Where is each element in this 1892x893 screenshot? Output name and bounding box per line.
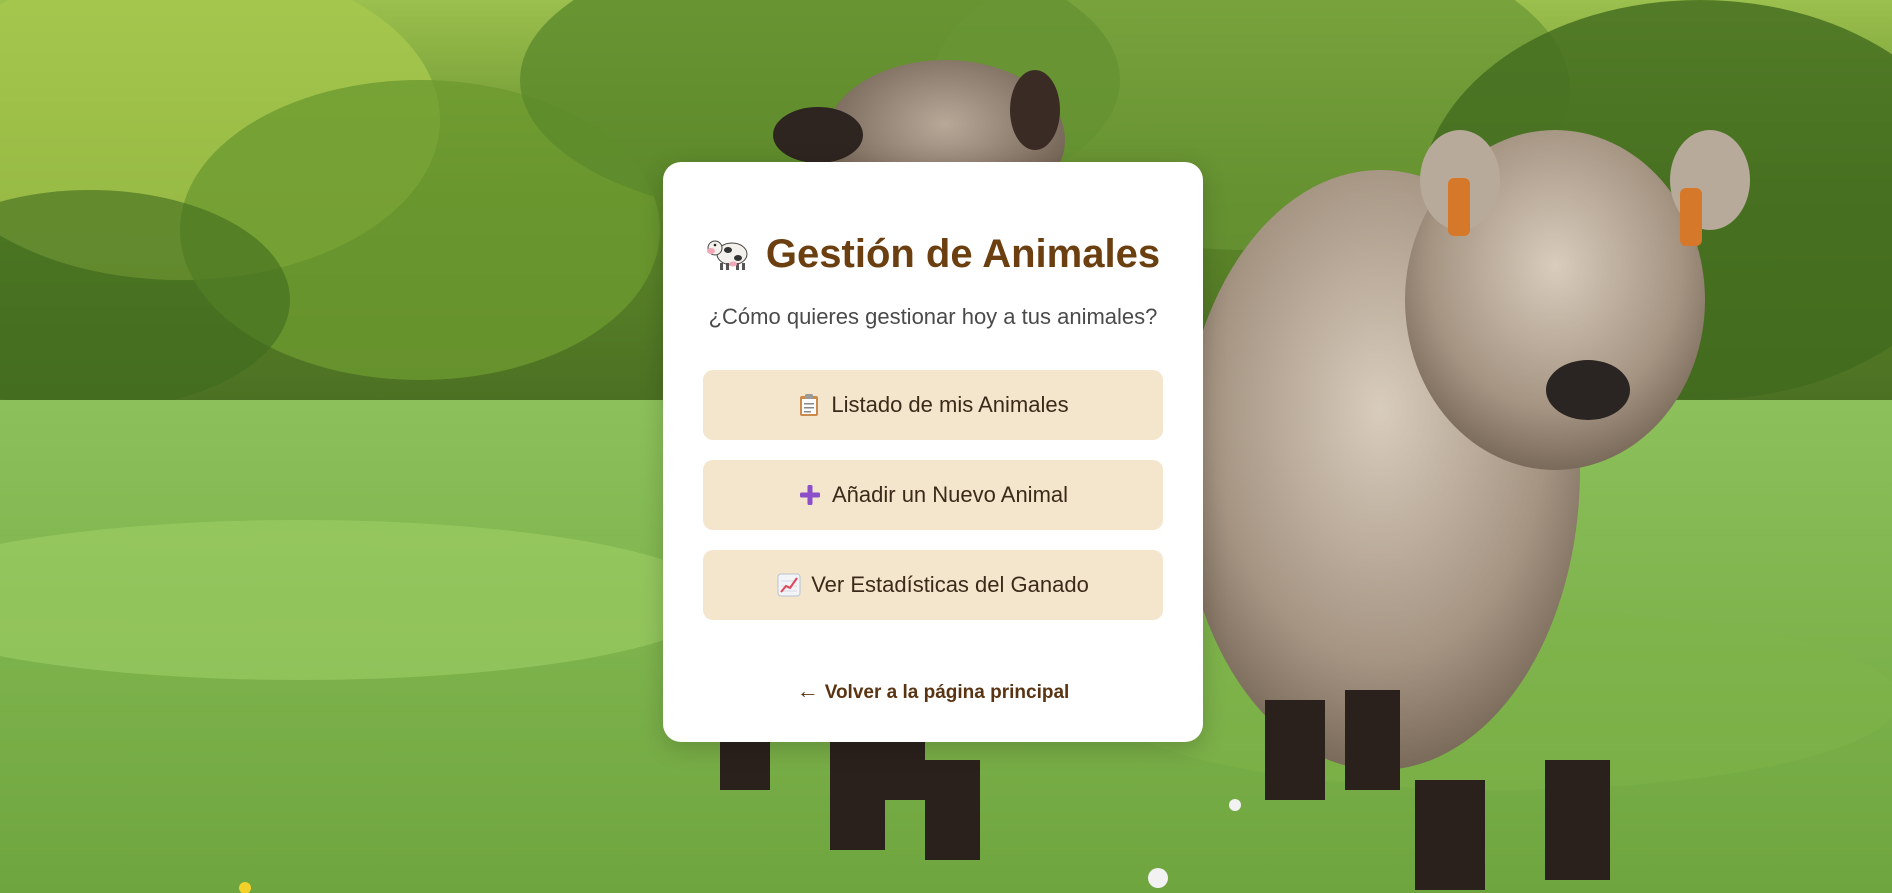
back-arrow-icon: ←: [796, 678, 819, 703]
page-title: Gestión de Animales: [663, 232, 1203, 277]
view-statistics-button[interactable]: Ver Estadísticas del Ganado: [703, 550, 1163, 620]
list-animals-button[interactable]: Listado de mis Animales: [703, 370, 1163, 440]
back-link-label: Volver a la página principal: [824, 682, 1070, 703]
add-animal-label: Añadir un Nuevo Animal: [831, 482, 1069, 507]
list-animals-label: Listado de mis Animales: [831, 392, 1069, 417]
back-to-home-link[interactable]: ← Volver a la página principal: [663, 678, 1203, 704]
add-animal-button[interactable]: Añadir un Nuevo Animal: [703, 460, 1163, 530]
title-text: Gestión de Animales: [765, 232, 1161, 276]
subtitle: ¿Cómo quieres gestionar hoy a tus animal…: [708, 304, 1158, 329]
plus-icon: [798, 483, 822, 507]
management-card: Gestión de Animales ¿Cómo quieres gestio…: [663, 162, 1203, 742]
view-statistics-label: Ver Estadísticas del Ganado: [811, 572, 1089, 597]
chart-increasing-icon: [777, 573, 801, 597]
cow-icon: [706, 232, 750, 272]
clipboard-icon: [797, 393, 821, 417]
